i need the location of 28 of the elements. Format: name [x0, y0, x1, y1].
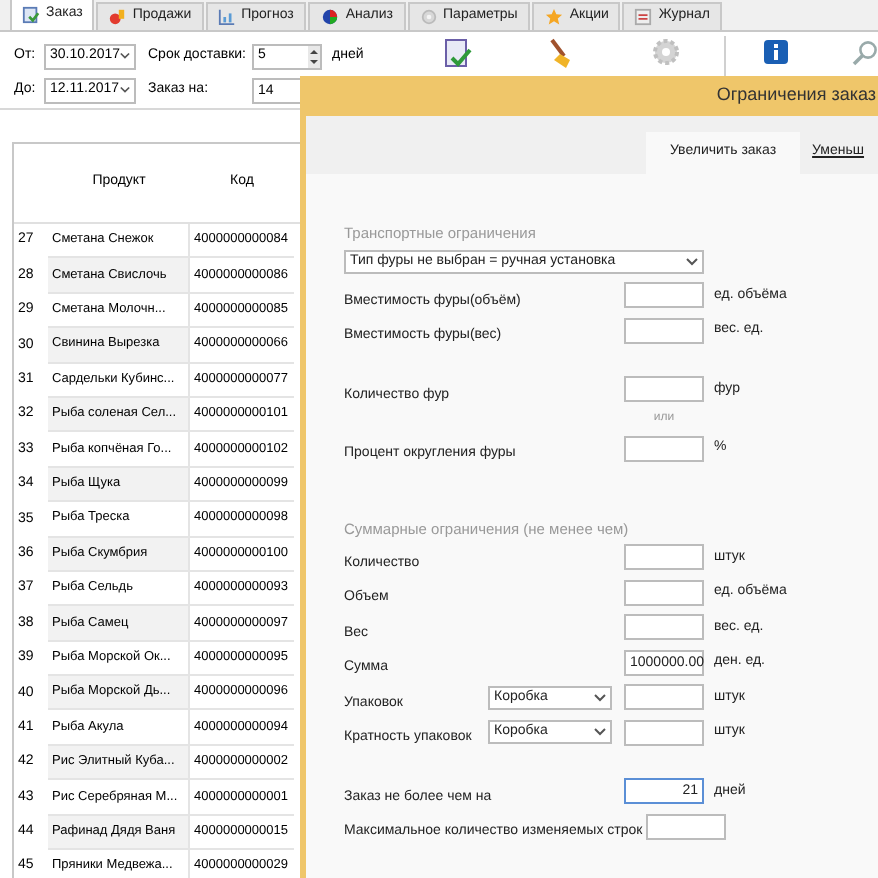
input-field[interactable] [624, 579, 704, 606]
star-icon [543, 8, 564, 26]
journal-icon [634, 8, 653, 26]
input-field[interactable] [624, 544, 704, 571]
input-field[interactable] [624, 376, 704, 403]
chart-icon [217, 8, 236, 26]
pie-icon [319, 8, 340, 26]
input-field[interactable] [624, 435, 704, 462]
gear-icon[interactable] [651, 38, 680, 66]
chevron-down-icon [120, 52, 130, 60]
input-field[interactable] [624, 282, 704, 309]
broom-icon[interactable] [547, 38, 576, 70]
search-icon[interactable] [852, 40, 878, 66]
chevron-down-icon [686, 258, 698, 266]
input-field[interactable] [624, 719, 704, 746]
clipboard-check-icon[interactable] [443, 38, 472, 70]
window-title: Ограничения заказ [716, 82, 876, 109]
input-field[interactable] [624, 317, 704, 344]
spinner-arrows-icon[interactable] [308, 45, 320, 67]
input-field[interactable] [624, 684, 704, 711]
input-field[interactable] [624, 614, 704, 641]
chevron-down-icon [120, 86, 130, 94]
gear-icon [419, 8, 438, 26]
clipboard-icon [22, 6, 40, 24]
input-field[interactable] [646, 813, 727, 840]
chevron-down-icon [594, 728, 606, 737]
info-icon[interactable] [764, 40, 788, 64]
chevron-down-icon [594, 693, 606, 702]
